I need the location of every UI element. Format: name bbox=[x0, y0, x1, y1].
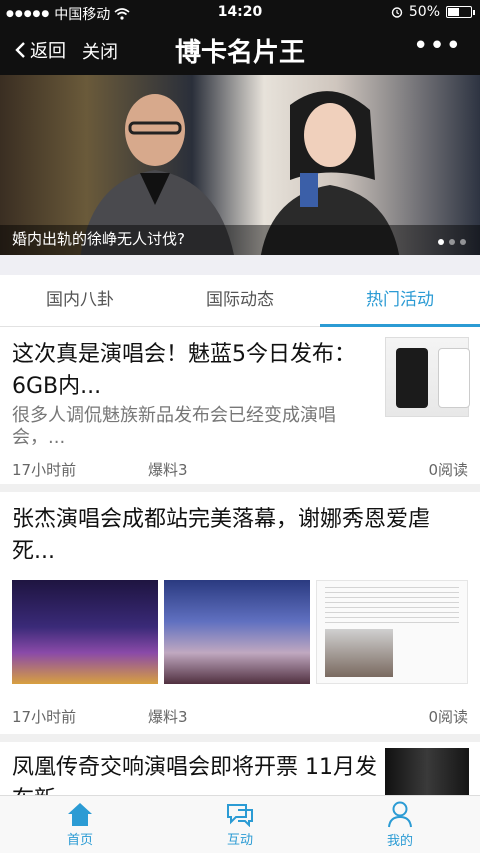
alarm-icon bbox=[391, 7, 403, 18]
nav-bar: 返回 关闭 博卡名片王 ••• bbox=[0, 26, 480, 74]
battery-percent: 50% bbox=[408, 4, 440, 20]
back-button[interactable]: 返回 bbox=[14, 37, 66, 63]
item-time: 17小时前 bbox=[12, 708, 77, 726]
item-source: 爆料3 bbox=[148, 708, 188, 726]
item-thumbnail bbox=[12, 580, 158, 684]
headline-line: 布新... bbox=[12, 784, 380, 795]
item-meta: 17小时前 爆料3 0阅读 bbox=[12, 459, 468, 480]
summary-line: 很多人调侃魅族新品发布会已经变成演唱 bbox=[12, 405, 336, 426]
tab-hot-events[interactable]: 热门活动 bbox=[320, 275, 480, 327]
list-item[interactable]: 这次真是演唱会！魅蓝5今日发布： 6GB内... 很多人调侃魅族新品发布会已经变… bbox=[0, 327, 480, 492]
headline-line: 6GB内... bbox=[12, 374, 102, 399]
banner-caption[interactable]: 婚内出轨的徐峥无人讨伐? bbox=[12, 228, 185, 249]
bottom-nav: 首页 互动 我的 bbox=[0, 795, 480, 853]
status-bar: ●●●●● 中国移动 14:20 50% bbox=[0, 0, 480, 24]
list-item[interactable]: 张杰演唱会成都站完美落幕，谢娜秀恩爱虐 死... 17小时前 爆料3 0阅读 bbox=[0, 492, 480, 742]
tab-domestic-gossip[interactable]: 国内八卦 bbox=[0, 275, 160, 326]
headline-line: 这次真是演唱会！魅蓝5今日发布： bbox=[12, 342, 356, 367]
item-headline: 这次真是演唱会！魅蓝5今日发布： 6GB内... bbox=[12, 339, 377, 403]
item-source: 爆料3 bbox=[148, 461, 188, 479]
item-time: 17小时前 bbox=[12, 461, 77, 479]
user-icon bbox=[388, 801, 412, 828]
pager-dot bbox=[460, 239, 466, 245]
headline-line: 张杰演唱会成都站完美落幕，谢娜秀恩爱虐 bbox=[12, 507, 431, 532]
item-thumbnail bbox=[164, 580, 310, 684]
pager-dot bbox=[438, 239, 444, 245]
item-thumbnail bbox=[385, 748, 469, 795]
list-item[interactable]: 凤凰传奇交响演唱会即将开票 11月发 布新... bbox=[0, 742, 480, 795]
item-thumbnail bbox=[316, 580, 468, 684]
bottom-nav-interact[interactable]: 互动 bbox=[160, 796, 320, 853]
item-summary: 很多人调侃魅族新品发布会已经变成演唱 会，... bbox=[12, 405, 377, 449]
bottom-nav-home[interactable]: 首页 bbox=[0, 796, 160, 853]
headline-line: 凤凰传奇交响演唱会即将开票 11月发 bbox=[12, 755, 377, 780]
chevron-left-icon bbox=[15, 42, 25, 58]
bottom-nav-label: 互动 bbox=[226, 833, 253, 848]
news-feed: 这次真是演唱会！魅蓝5今日发布： 6GB内... 很多人调侃魅族新品发布会已经变… bbox=[0, 327, 480, 795]
summary-line: 会，... bbox=[12, 427, 66, 448]
article-text-image bbox=[325, 587, 459, 627]
bottom-nav-label: 我的 bbox=[386, 834, 413, 849]
banner-carousel[interactable]: 婚内出轨的徐峥无人讨伐? bbox=[0, 75, 480, 255]
bottom-nav-label: 首页 bbox=[66, 833, 93, 848]
chat-icon bbox=[227, 804, 253, 827]
pager-dot bbox=[449, 239, 455, 245]
item-meta: 17小时前 爆料3 0阅读 bbox=[12, 706, 468, 727]
close-button[interactable]: 关闭 bbox=[82, 38, 118, 64]
top-bar: ●●●●● 中国移动 14:20 50% 返回 关闭 博卡名片王 ••• bbox=[0, 0, 480, 75]
phone-image bbox=[438, 348, 470, 408]
page-title: 博卡名片王 bbox=[174, 38, 305, 68]
item-thumbnail bbox=[385, 337, 470, 417]
back-label: 返回 bbox=[30, 41, 66, 62]
tab-international-news[interactable]: 国际动态 bbox=[160, 275, 320, 326]
section-gap bbox=[0, 255, 480, 275]
home-icon bbox=[68, 803, 92, 826]
category-tabs: 国内八卦 国际动态 热门活动 bbox=[0, 275, 480, 327]
article-photo bbox=[325, 629, 393, 677]
banner-pager bbox=[438, 239, 466, 245]
battery-icon bbox=[446, 6, 475, 18]
status-right: 50% bbox=[391, 4, 475, 20]
more-menu-button[interactable]: ••• bbox=[413, 33, 462, 59]
item-reads: 0阅读 bbox=[428, 461, 468, 479]
item-headline: 凤凰传奇交响演唱会即将开票 11月发 布新... bbox=[12, 752, 380, 795]
item-headline: 张杰演唱会成都站完美落幕，谢娜秀恩爱虐 死... bbox=[12, 504, 472, 568]
battery-fill bbox=[448, 8, 459, 16]
phone-image bbox=[396, 348, 428, 408]
headline-line: 死... bbox=[12, 539, 55, 564]
bottom-nav-profile[interactable]: 我的 bbox=[320, 796, 480, 853]
item-reads: 0阅读 bbox=[428, 708, 468, 726]
